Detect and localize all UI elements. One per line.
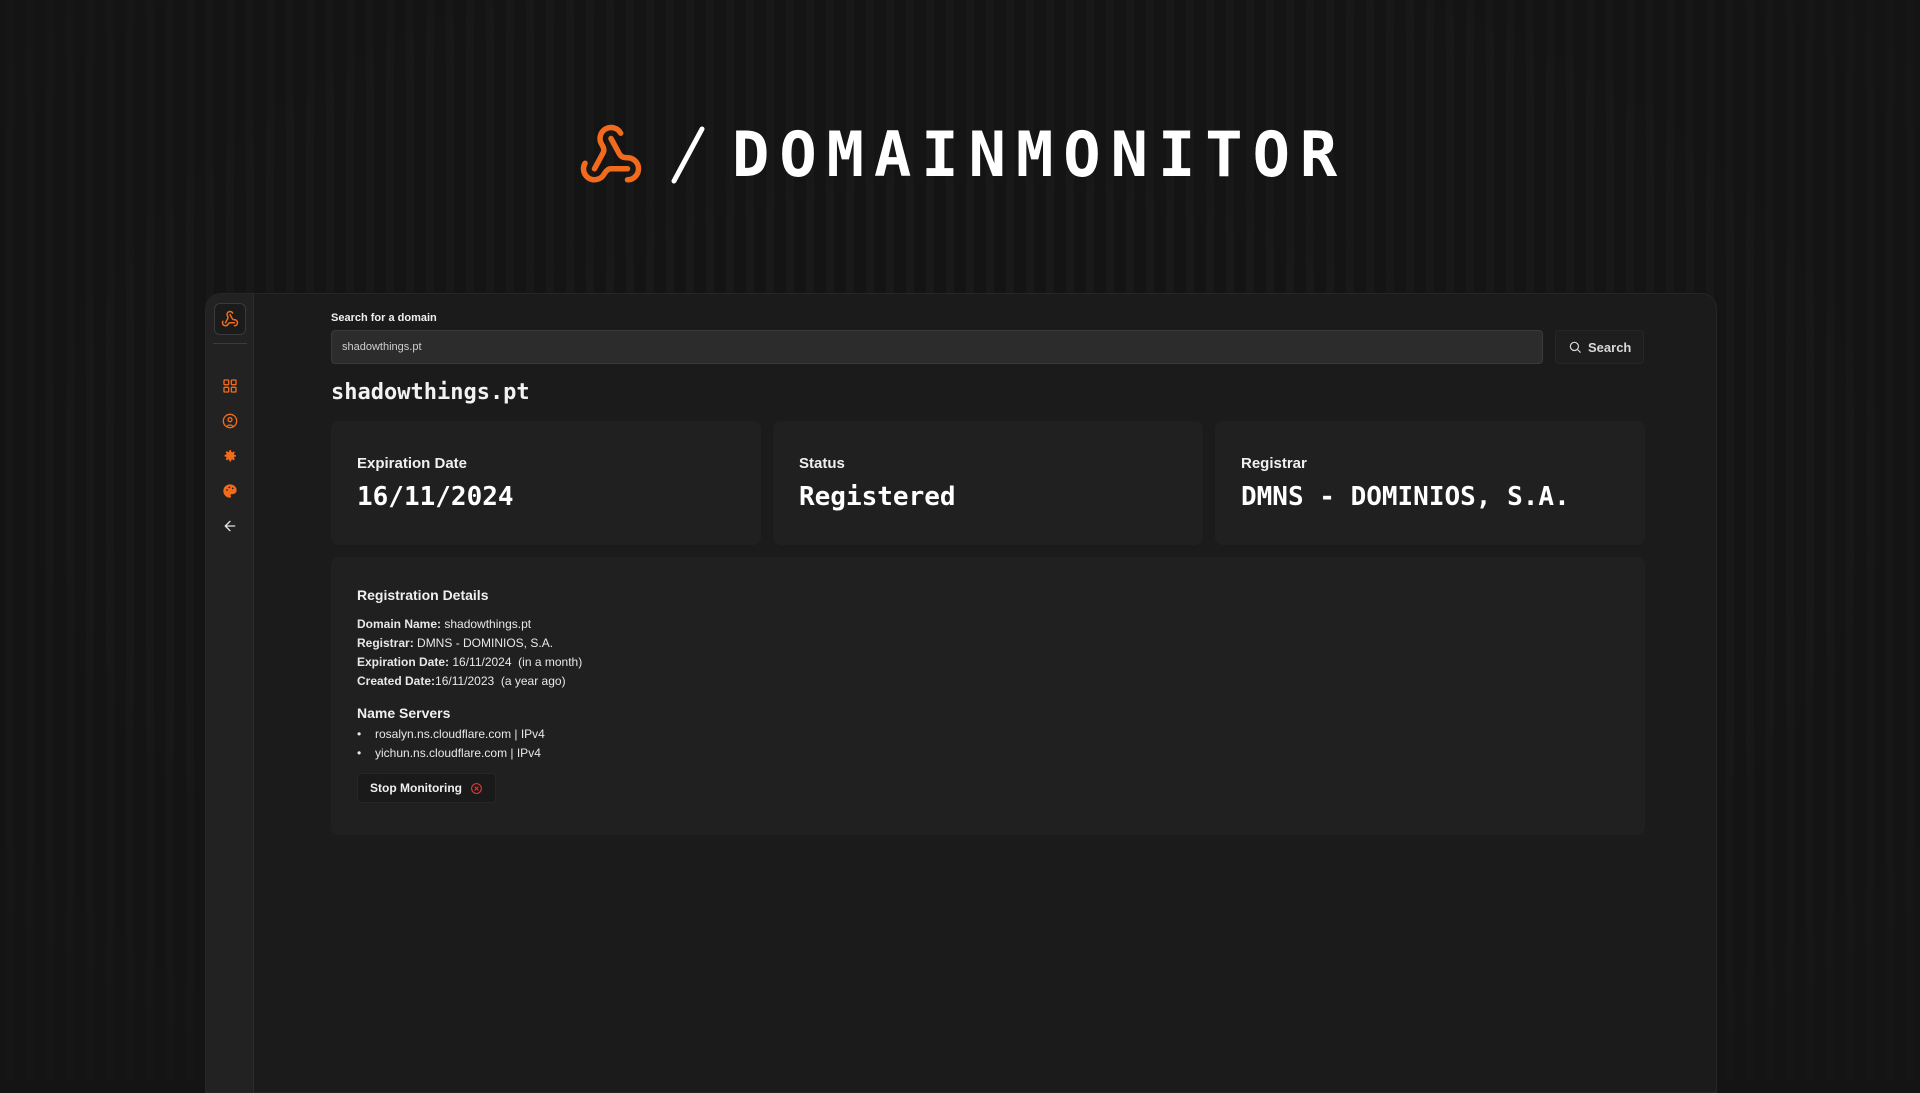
gear-icon [222, 448, 238, 464]
domain-search-input[interactable] [331, 330, 1543, 364]
detail-label: Created Date: [357, 674, 435, 688]
sidebar-item-profile[interactable] [216, 407, 244, 435]
webhook-logo-icon [578, 122, 644, 188]
search-button[interactable]: Search [1555, 330, 1644, 364]
detail-value: 16/11/2024 (in a month) [449, 655, 582, 669]
name-servers-list: rosalyn.ns.cloudflare.com | IPv4 yichun.… [357, 725, 1619, 763]
sidebar-logo-button[interactable] [214, 303, 246, 335]
registration-details-panel: Registration Details Domain Name: shadow… [331, 557, 1645, 835]
search-icon [1568, 340, 1582, 354]
detail-value: 16/11/2023 (a year ago) [435, 674, 566, 688]
registrar-card: Registrar DMNS - DOMINIOS, S.A. [1215, 421, 1645, 545]
user-circle-icon [222, 413, 238, 429]
domain-title: shadowthings.pt [331, 380, 1647, 405]
webhook-icon [221, 310, 239, 328]
slash-divider-icon [668, 125, 708, 185]
search-row: Search [331, 330, 1647, 364]
dashboard-grid-icon [222, 378, 238, 394]
card-label: Registrar [1241, 455, 1619, 472]
app-window: Search for a domain Search shadowthings.… [205, 293, 1717, 1093]
registration-details-title: Registration Details [357, 587, 1619, 603]
palette-icon [222, 483, 238, 499]
search-label: Search for a domain [331, 312, 1647, 324]
sidebar-divider [213, 343, 247, 344]
arrow-left-icon [222, 518, 238, 534]
sidebar-item-dashboard[interactable] [216, 372, 244, 400]
summary-cards: Expiration Date 16/11/2024 Status Regist… [331, 421, 1647, 545]
close-circle-icon [470, 782, 483, 795]
detail-value: shadowthings.pt [441, 617, 531, 631]
main-content: Search for a domain Search shadowthings.… [331, 312, 1647, 835]
search-button-label: Search [1588, 340, 1631, 355]
sidebar [206, 294, 254, 1092]
sidebar-item-theme[interactable] [216, 477, 244, 505]
card-label: Expiration Date [357, 455, 735, 472]
detail-domain-name: Domain Name: shadowthings.pt [357, 615, 1619, 634]
name-servers-title: Name Servers [357, 705, 1619, 721]
sidebar-item-settings[interactable] [216, 442, 244, 470]
detail-label: Expiration Date: [357, 655, 449, 669]
detail-created-date: Created Date:16/11/2023 (a year ago) [357, 672, 1619, 691]
list-item: yichun.ns.cloudflare.com | IPv4 [357, 744, 1619, 763]
brand-header: DOMAINMONITOR [578, 120, 1347, 190]
detail-registrar: Registrar: DMNS - DOMINIOS, S.A. [357, 634, 1619, 653]
stop-monitoring-button[interactable]: Stop Monitoring [357, 773, 496, 803]
list-item: rosalyn.ns.cloudflare.com | IPv4 [357, 725, 1619, 744]
card-value: DMNS - DOMINIOS, S.A. [1241, 482, 1619, 512]
card-value: 16/11/2024 [357, 482, 735, 512]
detail-expiration-date: Expiration Date: 16/11/2024 (in a month) [357, 653, 1619, 672]
stop-monitoring-label: Stop Monitoring [370, 781, 462, 795]
sidebar-item-back[interactable] [216, 512, 244, 540]
expiration-date-card: Expiration Date 16/11/2024 [331, 421, 761, 545]
brand-wordmark: DOMAINMONITOR [732, 124, 1347, 186]
detail-label: Domain Name: [357, 617, 441, 631]
card-label: Status [799, 455, 1177, 472]
status-card: Status Registered [773, 421, 1203, 545]
detail-label: Registrar: [357, 636, 414, 650]
card-value: Registered [799, 482, 1177, 512]
detail-value: DMNS - DOMINIOS, S.A. [414, 636, 553, 650]
registration-details-list: Domain Name: shadowthings.pt Registrar: … [357, 615, 1619, 691]
